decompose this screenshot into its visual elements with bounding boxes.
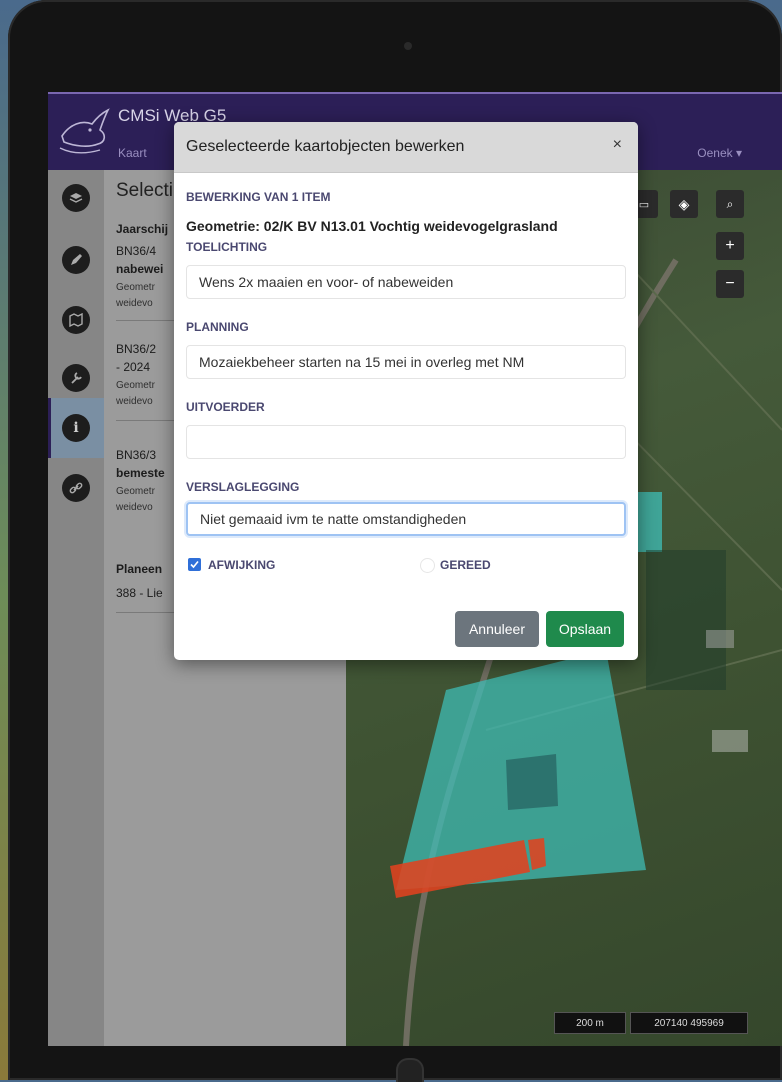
afwijking-label: AFWIJKING — [208, 558, 276, 572]
list-item: bemeste — [116, 466, 165, 480]
layers-icon[interactable] — [62, 184, 90, 212]
toelichting-label: TOELICHTING — [186, 240, 268, 254]
app-logo-icon — [59, 108, 110, 154]
home-button[interactable] — [396, 1058, 424, 1082]
uitvoerder-input[interactable] — [186, 425, 626, 459]
wrench-icon[interactable] — [62, 364, 90, 392]
zoom-search-icon[interactable]: ⌕ — [716, 190, 744, 218]
list-item[interactable]: BN36/2 — [116, 342, 156, 356]
section-title: Planeen — [116, 562, 163, 576]
map-icon[interactable] — [62, 306, 90, 334]
dialog-header: Geselecteerde kaartobjecten bewerken × — [174, 122, 638, 173]
list-item-sub: Geometr — [116, 282, 155, 293]
user-menu[interactable]: Oenek ▾ — [697, 146, 742, 160]
list-item: - 2024 — [116, 360, 151, 374]
list-item: nabewei — [116, 262, 164, 276]
edit-objects-dialog: Geselecteerde kaartobjecten bewerken × B… — [174, 122, 638, 660]
toelichting-input[interactable] — [186, 265, 626, 299]
coordinate-readout: 207140 495969 — [630, 1012, 748, 1034]
nav-item-kaart[interactable]: Kaart — [118, 146, 147, 160]
zoom-out-button[interactable]: − — [716, 270, 744, 298]
sidebar-rail: i — [48, 170, 104, 1046]
list-item[interactable]: 388 - Lie — [116, 586, 163, 600]
gereed-checkbox[interactable] — [420, 558, 435, 573]
gereed-label: GEREED — [440, 558, 491, 572]
list-item[interactable]: BN36/3 — [116, 448, 156, 462]
verslaglegging-label: VERSLAGLEGGING — [186, 480, 300, 494]
afwijking-checkbox[interactable] — [188, 558, 201, 571]
list-item-sub: Geometr — [116, 486, 155, 497]
dialog-title: Geselecteerde kaartobjecten bewerken — [186, 138, 465, 155]
list-item-sub: weidevo — [116, 396, 153, 407]
link-icon[interactable] — [62, 474, 90, 502]
check-icon — [190, 560, 199, 569]
list-item[interactable]: BN36/4 — [116, 244, 156, 258]
scale-bar: 200 m — [554, 1012, 626, 1034]
list-item-sub: weidevo — [116, 502, 153, 513]
planning-label: PLANNING — [186, 320, 249, 334]
locate-icon[interactable]: ◈ — [670, 190, 698, 218]
save-button[interactable]: Opslaan — [546, 611, 624, 647]
camera — [404, 42, 412, 50]
planning-input[interactable] — [186, 345, 626, 379]
item-count-label: BEWERKING VAN 1 ITEM — [186, 190, 331, 204]
draw-icon[interactable] — [62, 246, 90, 274]
list-item-sub: weidevo — [116, 298, 153, 309]
section-title: Jaarschij — [116, 222, 169, 236]
geometry-label: Geometrie: 02/K BV N13.01 Vochtig weidev… — [186, 218, 558, 234]
verslaglegging-input[interactable] — [186, 502, 626, 536]
cancel-button[interactable]: Annuleer — [455, 611, 539, 647]
zoom-in-button[interactable]: + — [716, 232, 744, 260]
panel-title: Selecti — [116, 180, 174, 201]
close-icon[interactable]: × — [613, 136, 622, 154]
list-item-sub: Geometr — [116, 380, 155, 391]
info-icon[interactable]: i — [62, 414, 90, 442]
uitvoerder-label: UITVOERDER — [186, 400, 265, 414]
